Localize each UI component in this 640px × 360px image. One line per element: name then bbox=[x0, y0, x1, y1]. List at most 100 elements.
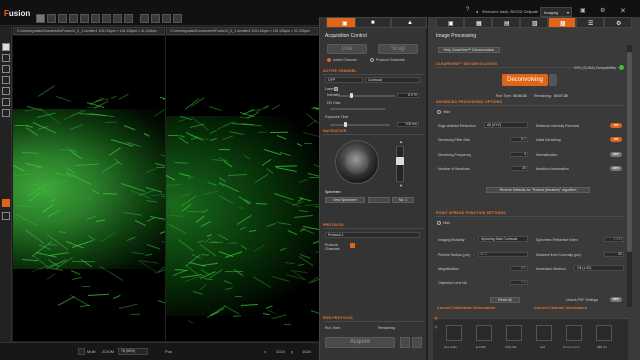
exposure-slider-handle[interactable] bbox=[344, 122, 347, 127]
new-specimen-button[interactable]: New Specimen bbox=[325, 197, 365, 203]
histogram-button[interactable] bbox=[102, 14, 111, 23]
edge-artefact-select[interactable]: All (XYZ) bbox=[484, 122, 528, 128]
snap-button[interactable]: Snap bbox=[378, 44, 418, 54]
pause-button[interactable] bbox=[400, 337, 410, 348]
laser-thumbnail[interactable] bbox=[596, 325, 612, 341]
arrow-tool-button[interactable] bbox=[69, 14, 78, 23]
annotate-button[interactable] bbox=[162, 14, 171, 23]
edit-icon[interactable]: ✎ bbox=[434, 325, 440, 331]
monitor-icon[interactable]: ▣ bbox=[580, 7, 586, 14]
initial-denoising-toggle[interactable]: ON bbox=[610, 137, 622, 142]
intensity-field[interactable]: 5.0 % bbox=[397, 93, 419, 98]
protocol-channel-gfp[interactable] bbox=[350, 243, 355, 248]
intensity-slider-handle[interactable] bbox=[350, 93, 353, 98]
levels-button[interactable] bbox=[113, 14, 122, 23]
panel-tool-icon[interactable] bbox=[2, 76, 10, 84]
z-up-icon[interactable]: ▲ bbox=[399, 139, 403, 144]
tab-files[interactable]: ■ bbox=[355, 17, 391, 28]
immersion-select[interactable]: Oil (1.52) bbox=[574, 265, 624, 271]
exposure-field[interactable]: 200 ms bbox=[397, 122, 419, 127]
min-intensity-toggle[interactable]: ON bbox=[610, 123, 622, 128]
hide-psf-toggle[interactable] bbox=[437, 221, 441, 225]
reset-all-button[interactable]: Reset All bbox=[490, 297, 520, 303]
tab-deconvolution[interactable]: ▩ bbox=[548, 17, 576, 28]
imaging-modality-select[interactable]: Spinning Disk Confocal bbox=[478, 236, 528, 242]
stop-button[interactable] bbox=[412, 337, 422, 348]
active-channel-radio[interactable] bbox=[327, 58, 331, 62]
contrast-button[interactable] bbox=[80, 14, 89, 23]
protocol-channels-radio[interactable] bbox=[370, 58, 374, 62]
roi-button[interactable] bbox=[151, 14, 160, 23]
single-view-button[interactable] bbox=[36, 14, 45, 23]
gain-slider[interactable] bbox=[330, 108, 385, 110]
iterations-field[interactable]: 20 bbox=[510, 166, 528, 171]
channel-select[interactable]: GFP bbox=[325, 77, 363, 83]
export-button[interactable] bbox=[173, 14, 182, 23]
pinhole-field[interactable]: 40.0 bbox=[478, 252, 528, 257]
image-viewer-left[interactable] bbox=[13, 36, 166, 341]
joystick-knob[interactable] bbox=[345, 150, 369, 174]
grid-tool-icon[interactable] bbox=[2, 54, 10, 62]
scanner-thumbnail[interactable] bbox=[506, 325, 522, 341]
laser-checkbox[interactable] bbox=[334, 87, 338, 91]
layers-tool-icon[interactable] bbox=[2, 98, 10, 106]
tab-processing-1[interactable]: ▣ bbox=[436, 17, 464, 28]
grid-button[interactable] bbox=[91, 14, 100, 23]
tab-alerts[interactable]: ▲ bbox=[391, 17, 427, 28]
overlay-button[interactable] bbox=[140, 14, 149, 23]
specimen-action-button[interactable] bbox=[368, 197, 390, 203]
lut-button[interactable] bbox=[124, 14, 133, 23]
acquire-button[interactable]: Acquire bbox=[325, 337, 395, 348]
objective-thumbnail[interactable] bbox=[446, 325, 462, 341]
viewer-tab[interactable]: C:\Users\g.addo\Documents\Fusion\1_0_1 s… bbox=[13, 27, 165, 35]
measure-tool-button[interactable] bbox=[58, 14, 67, 23]
layout-tool-icon[interactable] bbox=[2, 65, 10, 73]
distance-coverslip-field[interactable]: 20 bbox=[604, 252, 624, 257]
exposure-slider[interactable] bbox=[330, 124, 390, 126]
restore-defaults-button[interactable]: Restore Defaults for "Robust (Iterative)… bbox=[486, 187, 590, 193]
live-button[interactable]: Live bbox=[327, 44, 367, 54]
split-tool-icon[interactable] bbox=[2, 87, 10, 95]
close-icon[interactable]: ✕ bbox=[620, 7, 626, 15]
zoom-select[interactable]: 76 (50%) bbox=[118, 348, 148, 355]
snapshot-tool-icon[interactable] bbox=[2, 212, 10, 220]
camera-thumbnail[interactable] bbox=[476, 325, 492, 341]
active-tool-indicator[interactable] bbox=[2, 199, 10, 207]
specimen-ri-field[interactable]: 1.333 bbox=[604, 237, 624, 242]
tab-processing-4[interactable]: ▧ bbox=[520, 17, 548, 28]
z-slider-handle[interactable] bbox=[396, 157, 404, 165]
stage-thumbnail[interactable] bbox=[566, 325, 582, 341]
specimen-number[interactable]: No. 1 bbox=[392, 197, 414, 203]
iteration-accel-toggle[interactable]: OFF bbox=[610, 166, 622, 171]
protocol-select[interactable]: Protocol 1 bbox=[325, 232, 420, 238]
help-icon[interactable]: ? bbox=[466, 7, 469, 13]
tab-processing-7[interactable]: ⚙ bbox=[604, 17, 632, 28]
mode-selector[interactable]: Imaging ▾ bbox=[540, 7, 572, 17]
channels-tool-icon[interactable] bbox=[2, 109, 10, 117]
unlock-psf-toggle[interactable]: OFF bbox=[610, 297, 622, 302]
denoising-freq-field[interactable]: 4 bbox=[510, 152, 528, 157]
image-viewer-right[interactable] bbox=[166, 36, 319, 341]
settings-icon[interactable]: ⚙ bbox=[600, 7, 605, 14]
objective-na-field[interactable]: 1.4 bbox=[510, 280, 528, 285]
multi-toggle[interactable] bbox=[78, 348, 85, 355]
panel-scrollbar-thumb[interactable] bbox=[627, 52, 632, 252]
denoising-size-field[interactable]: 0.7 bbox=[510, 137, 528, 142]
hide-advanced-toggle[interactable] bbox=[437, 110, 441, 114]
account-label[interactable]: Welcome back, BIO2D Cellpath bbox=[482, 9, 538, 14]
tab-processing-2[interactable]: ▦ bbox=[464, 17, 492, 28]
crop-tool-button[interactable] bbox=[47, 14, 56, 23]
z-down-icon[interactable]: ▼ bbox=[399, 183, 403, 188]
gear-icon[interactable]: ⚙ bbox=[434, 316, 440, 322]
help-deconvolution-button[interactable]: Help ClearView™ Deconvolution bbox=[438, 47, 500, 53]
intensity-slider[interactable] bbox=[340, 95, 395, 97]
tab-processing-6[interactable]: ☰ bbox=[576, 17, 604, 28]
viewer-tab[interactable]: C:\Users\g.addo\Documents\Fusion\1_0_1 s… bbox=[166, 27, 318, 35]
channel-mode-select[interactable]: Confocal bbox=[365, 77, 420, 83]
deconvolve-button[interactable]: Deconvolving bbox=[502, 74, 548, 86]
normalization-toggle[interactable]: OFF bbox=[610, 152, 622, 157]
tab-processing-3[interactable]: ▤ bbox=[492, 17, 520, 28]
magnification-field[interactable]: 100 bbox=[510, 266, 528, 271]
select-tool-icon[interactable] bbox=[2, 43, 10, 51]
deconvolve-stop-button[interactable] bbox=[549, 74, 557, 86]
